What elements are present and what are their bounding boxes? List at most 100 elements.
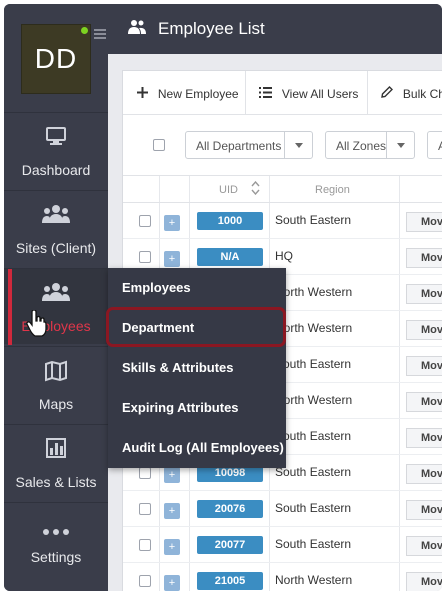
row-checkbox[interactable] [139, 467, 151, 479]
sidebar-item-maps[interactable]: Maps [4, 346, 108, 422]
region-cell: South Eastern [275, 501, 352, 515]
list-icon [259, 85, 276, 101]
uid-badge[interactable]: 20076 [197, 500, 263, 518]
region-cell: South Eastern [275, 213, 352, 227]
region-cell: South Eastern [275, 465, 352, 479]
region-cell: South Eastern [275, 357, 352, 371]
row-checkbox[interactable] [139, 575, 151, 587]
submenu-item-audit-log[interactable]: Audit Log (All Employees) [108, 428, 286, 468]
table-row[interactable]: + 20076 South Eastern Mov [123, 491, 442, 527]
expand-row-button[interactable]: + [164, 467, 180, 483]
users-group-icon [4, 281, 108, 307]
sidebar-item-settings[interactable]: Settings [4, 502, 108, 591]
move-button[interactable]: Mov [406, 248, 442, 268]
expand-row-button[interactable]: + [164, 539, 180, 555]
uid-badge[interactable]: 21005 [197, 572, 263, 590]
select-all-checkbox[interactable] [153, 139, 165, 151]
employees-submenu: Employees Department Skills & Attributes… [108, 268, 286, 468]
submenu-item-label: Employees [122, 280, 191, 295]
page-title: Employee List [158, 19, 265, 38]
department-select[interactable]: All Departments [185, 131, 313, 159]
hamburger-menu-icon[interactable] [94, 29, 106, 39]
page-header: Employee List [108, 4, 442, 54]
toolbar: New Employee View All Users Bulk Cha [123, 71, 442, 115]
uid-badge[interactable]: N/A [197, 248, 263, 266]
expand-row-button[interactable]: + [164, 503, 180, 519]
third-filter-value: A [438, 139, 442, 153]
online-status-dot [81, 27, 88, 34]
sidebar-item-employees[interactable]: Employees [4, 268, 108, 345]
bulk-change-label: Bulk Cha [402, 87, 442, 101]
sidebar-item-label: Settings [30, 549, 82, 565]
move-button[interactable]: Mov [406, 464, 442, 484]
users-icon [128, 19, 146, 40]
row-checkbox[interactable] [139, 503, 151, 515]
new-employee-button[interactable]: New Employee [137, 71, 239, 115]
row-checkbox[interactable] [139, 539, 151, 551]
move-button[interactable]: Mov [406, 320, 442, 340]
region-cell: HQ [275, 249, 293, 263]
expand-row-button[interactable]: + [164, 251, 180, 267]
move-button[interactable]: Mov [406, 536, 442, 556]
sidebar-item-label: Sites (Client) [15, 240, 97, 256]
sidebar-item-dashboard[interactable]: Dashboard [4, 112, 108, 188]
move-button[interactable]: Mov [406, 284, 442, 304]
map-icon [4, 359, 108, 385]
region-cell: South Eastern [275, 429, 352, 443]
chevron-down-icon [386, 132, 414, 158]
sort-icon[interactable] [251, 180, 260, 198]
move-button[interactable]: Mov [406, 500, 442, 520]
bulk-change-button[interactable]: Bulk Cha [381, 71, 442, 115]
move-button[interactable]: Mov [406, 212, 442, 232]
view-all-users-button[interactable]: View All Users [259, 71, 358, 115]
region-cell: North Western [275, 573, 353, 587]
highlight-annotation [106, 307, 286, 347]
monitor-icon [4, 125, 108, 151]
table-row[interactable]: + 20077 South Eastern Mov [123, 527, 442, 563]
department-select-value: All Departments [196, 139, 282, 153]
column-header-region[interactable]: Region [315, 184, 350, 196]
third-filter-select[interactable]: A [427, 131, 442, 159]
expand-row-button[interactable]: + [164, 575, 180, 591]
avatar[interactable]: DD [21, 24, 91, 94]
sidebar-item-label: Employees [21, 318, 91, 334]
submenu-item-expiring-attributes[interactable]: Expiring Attributes [108, 388, 286, 428]
column-header-uid[interactable]: UID [219, 184, 238, 196]
sidebar-item-label: Sales & Lists [15, 474, 97, 490]
users-group-icon [4, 203, 108, 229]
sidebar: DD Dashboard Sites (Client) Employees Ma… [4, 4, 108, 591]
table-header: UID Region [123, 175, 442, 203]
region-cell: North Western [275, 285, 353, 299]
filter-bar: All Departments All Zones A [123, 115, 442, 175]
region-cell: North Western [275, 321, 353, 335]
region-cell: South Eastern [275, 537, 352, 551]
zone-select-value: All Zones [336, 139, 387, 153]
more-dots-icon [4, 517, 108, 543]
chevron-down-icon [284, 132, 312, 158]
hand-cursor-icon [26, 309, 48, 338]
submenu-item-employees[interactable]: Employees [108, 268, 286, 308]
submenu-item-skills-attributes[interactable]: Skills & Attributes [108, 348, 286, 388]
expand-row-button[interactable]: + [164, 215, 180, 231]
submenu-item-label: Audit Log (All Employees) [122, 440, 284, 455]
avatar-initials: DD [34, 43, 78, 74]
uid-badge[interactable]: 20077 [197, 536, 263, 554]
new-employee-label: New Employee [157, 87, 239, 101]
sidebar-item-label: Dashboard [21, 162, 91, 178]
move-button[interactable]: Mov [406, 356, 442, 376]
zone-select[interactable]: All Zones [325, 131, 415, 159]
pencil-icon [381, 85, 397, 101]
row-checkbox[interactable] [139, 215, 151, 227]
table-row[interactable]: + 1000 South Eastern Mov [123, 203, 442, 239]
move-button[interactable]: Mov [406, 428, 442, 448]
move-button[interactable]: Mov [406, 392, 442, 412]
sidebar-item-sales-lists[interactable]: Sales & Lists [4, 424, 108, 500]
plus-icon [137, 85, 152, 101]
uid-badge[interactable]: 1000 [197, 212, 263, 230]
row-checkbox[interactable] [139, 251, 151, 263]
toolbar-divider [245, 71, 246, 115]
sidebar-item-sites[interactable]: Sites (Client) [4, 190, 108, 266]
bar-chart-icon [4, 437, 108, 463]
move-button[interactable]: Mov [406, 572, 442, 591]
table-row[interactable]: + 21005 North Western Mov [123, 563, 442, 591]
